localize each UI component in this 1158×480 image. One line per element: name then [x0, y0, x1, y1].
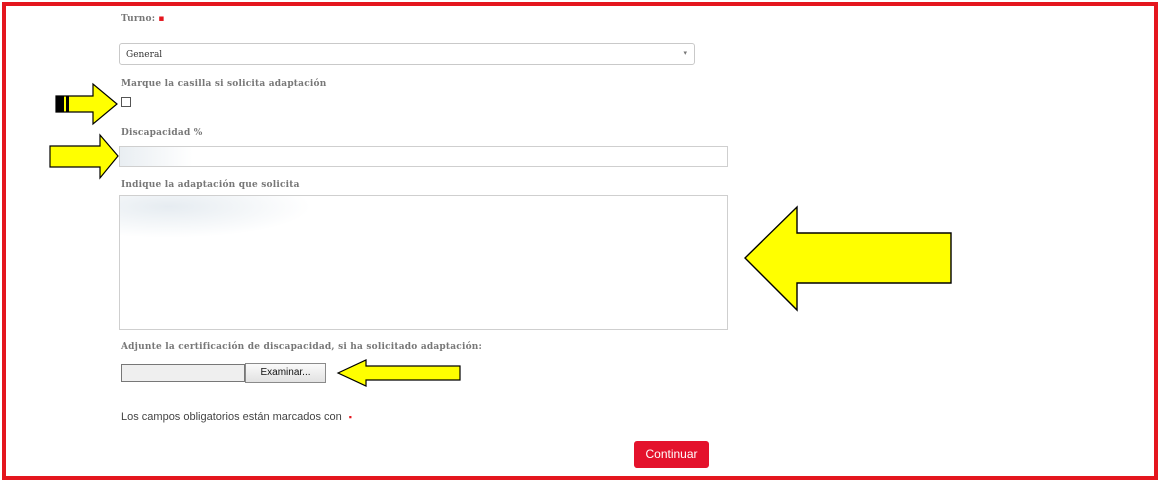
arrow-left-icon	[744, 205, 952, 312]
arrow-right-icon	[49, 133, 119, 180]
arrow-left-icon	[336, 359, 461, 387]
arrow-right-icon	[55, 82, 118, 126]
annotation-arrows	[49, 82, 952, 387]
